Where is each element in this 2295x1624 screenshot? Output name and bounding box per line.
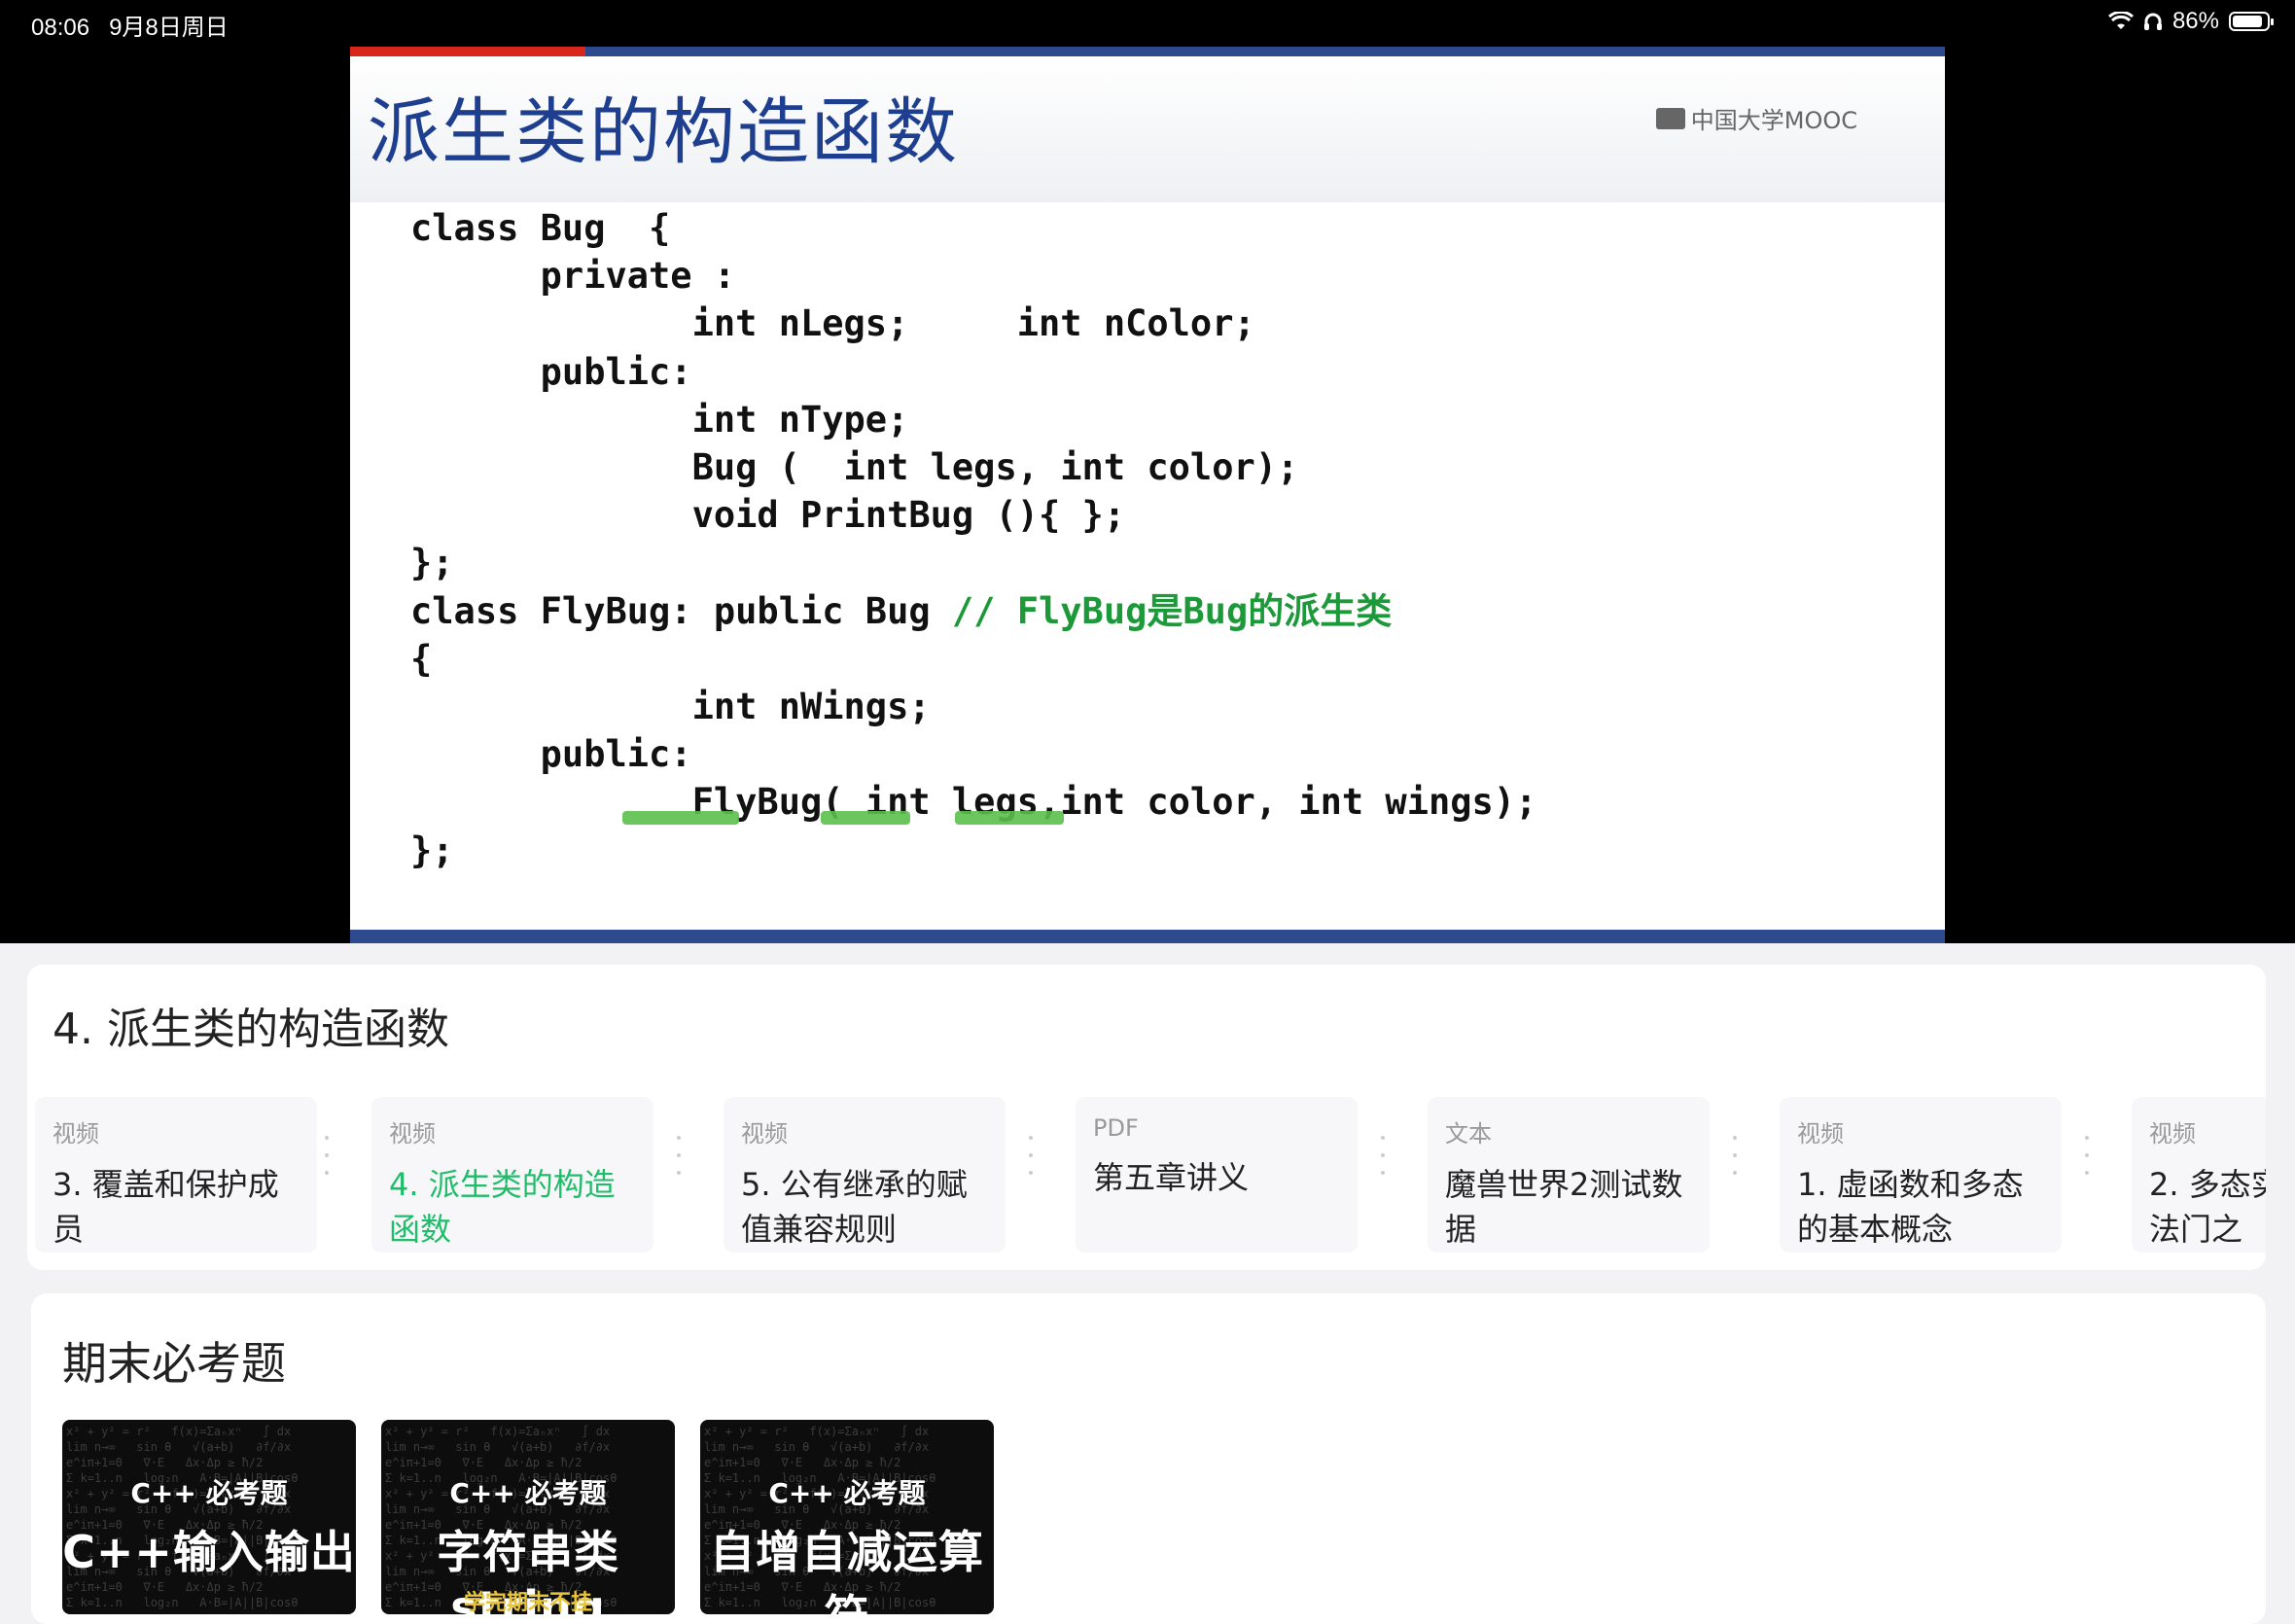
exam-tag: C++ 必考题	[768, 1477, 926, 1509]
lesson-type: 视频	[2149, 1120, 2196, 1147]
highlight-mark	[821, 811, 910, 825]
separator	[325, 1136, 329, 1214]
status-bar-right: 86%	[2107, 8, 2274, 35]
headphones-icon	[2143, 13, 2162, 30]
code-line: int nType;	[410, 398, 909, 441]
separator	[1733, 1136, 1737, 1214]
code-text: class FlyBug: public Bug	[410, 589, 952, 632]
lesson-name: 魔兽世界2测试数据	[1445, 1166, 1683, 1248]
code-line: class Bug {	[410, 207, 671, 249]
lesson-type: 文本	[1445, 1120, 1492, 1147]
exam-course-card[interactable]: x² + y² = r² f(x)=Σaₙxⁿ ∫ dx lim n→∞ sin…	[62, 1420, 356, 1614]
code-line: int nLegs; int nColor;	[410, 302, 1255, 345]
exam-tag: C++ 必考题	[449, 1477, 607, 1509]
highlight-mark	[955, 811, 1064, 825]
lesson-name: 1. 虚函数和多态的基本概念	[1797, 1166, 2024, 1248]
lesson-item[interactable]: 视频 5. 公有继承的赋值兼容规则	[724, 1097, 1006, 1253]
lesson-name: 5. 公有继承的赋值兼容规则	[741, 1166, 968, 1248]
separator	[1381, 1136, 1385, 1214]
lesson-item[interactable]: PDF 第五章讲义	[1076, 1097, 1358, 1253]
exam-section-card: 期末必考题 x² + y² = r² f(x)=Σaₙxⁿ ∫ dx lim n…	[31, 1293, 2266, 1624]
lesson-type: 视频	[1797, 1120, 1844, 1147]
wifi-icon	[2107, 12, 2134, 29]
code-line: {	[410, 637, 433, 680]
slide-bottom-bar	[350, 930, 1945, 943]
code-line: };	[410, 829, 454, 871]
lesson-list-card: 4. 派生类的构造函数 视频 3. 覆盖和保护成员 视频 4. 派生类的构造函数…	[27, 965, 2266, 1270]
code-block: class Bug { private : int nLegs; int nCo…	[410, 204, 1536, 874]
lecture-slide: 派生类的构造函数 中国大学MOOC class Bug { private : …	[350, 47, 1945, 943]
video-player[interactable]: 08:06 9月8日周日 86% 派生类的构造函数 中国大学MOOC class…	[0, 0, 2295, 943]
lesson-item-active[interactable]: 视频 4. 派生类的构造函数	[371, 1097, 653, 1253]
lesson-type: PDF	[1093, 1114, 1139, 1142]
logo-text: 中国大学MOOC	[1690, 107, 1857, 134]
exam-tag: C++ 必考题	[130, 1477, 288, 1509]
lesson-item[interactable]: 视频 1. 虚函数和多态的基本概念	[1780, 1097, 2062, 1253]
date: 9月8日周日	[109, 15, 229, 41]
exam-title: 自增自减运算符	[710, 1526, 984, 1614]
exam-section-title: 期末必考题	[62, 1337, 286, 1390]
slide-title: 派生类的构造函数	[368, 90, 959, 174]
lesson-item[interactable]: 文本 魔兽世界2测试数据	[1428, 1097, 1710, 1253]
exam-title: C++输入输出	[62, 1526, 356, 1578]
exam-course-card[interactable]: x² + y² = r² f(x)=Σaₙxⁿ ∫ dx lim n→∞ sin…	[381, 1420, 675, 1614]
code-line: };	[410, 542, 454, 584]
lesson-name: 2. 多态实例：魔法门之	[2149, 1166, 2266, 1248]
exam-subtitle: 学完期末不挂	[463, 1591, 592, 1614]
code-line: void PrintBug (){ };	[410, 494, 1126, 537]
lesson-name: 3. 覆盖和保护成员	[53, 1166, 279, 1248]
code-line: private :	[410, 255, 736, 298]
lesson-type: 视频	[389, 1120, 436, 1147]
lesson-item[interactable]: 视频 2. 多态实例：魔法门之	[2132, 1097, 2266, 1253]
code-line: public:	[410, 733, 692, 776]
code-line: public:	[410, 350, 692, 393]
code-line: Bug ( int legs, int color);	[410, 446, 1299, 489]
lesson-type: 视频	[53, 1120, 99, 1147]
exam-course-card[interactable]: x² + y² = r² f(x)=Σaₙxⁿ ∫ dx lim n→∞ sin…	[700, 1420, 994, 1614]
code-comment: // FlyBug是Bug的派生类	[951, 589, 1393, 632]
separator	[1029, 1136, 1033, 1214]
book-icon	[1655, 107, 1685, 129]
battery-percent: 86%	[2171, 8, 2219, 34]
clock: 08:06	[31, 15, 90, 41]
battery-icon	[2229, 12, 2274, 31]
lesson-item[interactable]: 视频 3. 覆盖和保护成员	[35, 1097, 317, 1253]
lesson-name: 第五章讲义	[1093, 1159, 1250, 1196]
lesson-type: 视频	[741, 1120, 788, 1147]
lesson-name: 4. 派生类的构造函数	[389, 1166, 616, 1248]
code-line: class FlyBug: public Bug // FlyBug是Bug的派…	[410, 587, 1536, 635]
mooc-logo: 中国大学MOOC	[1655, 101, 1857, 135]
slide-top-bar	[350, 47, 1945, 56]
separator	[677, 1136, 681, 1214]
code-line: int nWings;	[410, 686, 931, 728]
current-lesson-title: 4. 派生类的构造函数	[53, 1005, 449, 1054]
status-bar-time: 08:06 9月8日周日	[31, 8, 229, 42]
separator	[2085, 1136, 2089, 1214]
highlight-mark	[622, 811, 739, 825]
